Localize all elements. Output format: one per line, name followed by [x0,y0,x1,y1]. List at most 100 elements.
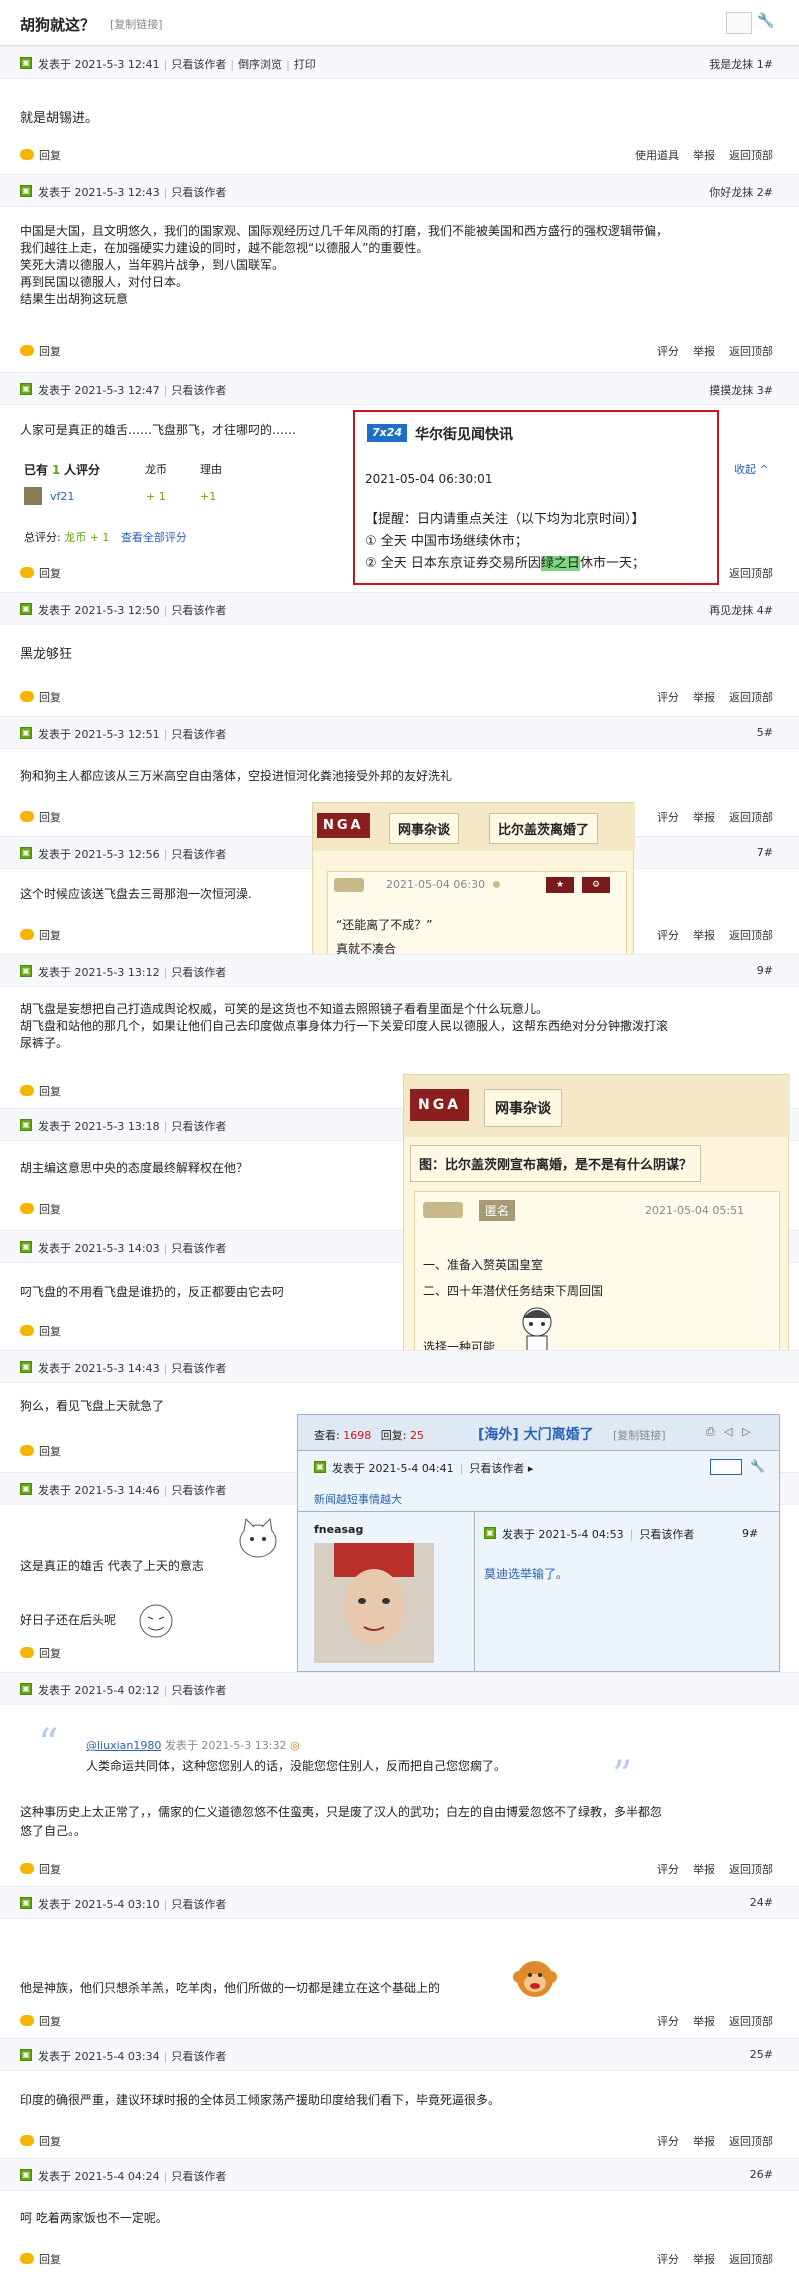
reply-button[interactable]: 回复 [20,565,61,581]
gear-icon[interactable]: ⚙ [582,877,610,893]
reply-button[interactable]: 回复 [20,1083,61,1099]
nga-tab[interactable]: 网事杂谈 [389,813,460,844]
post-time: 发表于 2021-5-4 04:41 [332,1462,454,1475]
rate-link[interactable]: 评分 [657,929,679,942]
back-to-top-link[interactable]: 返回顶部 [729,149,773,162]
back-to-top-link[interactable]: 返回顶部 [729,2253,773,2266]
back-to-top-link[interactable]: 返回顶部 [729,345,773,358]
divider [298,1511,779,1512]
goto-icon[interactable]: ◎ [290,1739,300,1752]
rate-link[interactable]: 评分 [657,691,679,704]
only-author-link[interactable]: 只看该作者 [171,1242,226,1255]
report-link[interactable]: 举报 [693,345,715,358]
report-link[interactable]: 举报 [693,811,715,824]
use-item-link[interactable]: 使用道具 [635,149,679,162]
back-to-top-link[interactable]: 返回顶部 [729,691,773,704]
toggle-box[interactable] [726,12,752,34]
rate-link[interactable]: 评分 [657,811,679,824]
reply-button[interactable]: 回复 [20,1443,61,1459]
only-author-link[interactable]: 只看该作者 [171,1898,226,1911]
wrench-icon[interactable]: 🔧 [750,1459,765,1473]
thumbs-icon[interactable] [423,1202,463,1218]
only-author-link[interactable]: 只看该作者 [171,848,226,861]
only-author-link[interactable]: 只看该作者 [171,2050,226,2063]
view-all-ratings-link[interactable]: 查看全部评分 [121,531,187,544]
reply-button[interactable]: 回复 [20,809,61,825]
collapse-link[interactable]: 收起 ^ [734,461,769,477]
rate-link[interactable]: 评分 [657,2253,679,2266]
reply-button[interactable]: 回复 [20,2251,61,2267]
back-to-top-link[interactable]: 返回顶部 [729,2135,773,2148]
back-to-top-link[interactable]: 返回顶部 [729,1863,773,1876]
avatar[interactable] [24,487,42,505]
reply-button[interactable]: 回复 [20,147,61,163]
only-author-link[interactable]: 只看该作者 [171,384,226,397]
thumbs-icon[interactable] [334,878,364,892]
print-icon[interactable]: ⎙ [706,1425,715,1439]
anonymous-tag: 匿名 [479,1200,516,1221]
report-link[interactable]: 举报 [693,2135,715,2148]
only-author-link[interactable]: 只看该作者 [469,1462,524,1475]
rating-reason: +1 [200,490,217,503]
reply-button[interactable]: 回复 [20,343,61,359]
only-author-link[interactable]: 只看该作者 [639,1528,694,1541]
report-link[interactable]: 举报 [693,691,715,704]
only-author-link[interactable]: 只看该作者 [171,1362,226,1375]
print-link[interactable]: 打印 [294,58,316,71]
nga-line: “还能离了不成？” [336,918,433,932]
reply-button[interactable]: 回复 [20,927,61,943]
back-to-top-link[interactable]: 返回顶部 [729,567,773,580]
post-footer: 回复 评分 举报 返回顶部 [0,2009,799,2033]
back-to-top-link[interactable]: 返回顶部 [729,929,773,942]
report-link[interactable]: 举报 [693,2253,715,2266]
only-author-link[interactable]: 只看该作者 [171,728,226,741]
news-highlight: 绿之日 [540,556,580,571]
nga-tab[interactable]: 网事杂谈 [484,1089,562,1127]
reply-button[interactable]: 回复 [20,2133,61,2149]
report-link[interactable]: 举报 [693,149,715,162]
copy-link-button[interactable]: [复制链接] [613,1427,666,1443]
only-author-link[interactable]: 只看该作者 [171,186,226,199]
star-icon[interactable]: ★ [546,877,574,893]
rate-link[interactable]: 评分 [657,1863,679,1876]
username[interactable]: fneasag [314,1523,363,1536]
only-author-link[interactable]: 只看该作者 [171,604,226,617]
quote-meta: @liuxian1980 发表于 2021-5-3 13:32 ◎ [86,1737,300,1753]
post-line: 呵 吃着两家饭也不一定呢。 [20,2211,168,2225]
back-to-top-link[interactable]: 返回顶部 [729,2015,773,2028]
only-author-link[interactable]: 只看该作者 [171,966,226,979]
rate-link[interactable]: 评分 [657,345,679,358]
rate-link[interactable]: 评分 [657,2135,679,2148]
report-link[interactable]: 举报 [693,1863,715,1876]
next-arrow-icon[interactable]: ▷ [742,1425,750,1438]
toggle-box[interactable] [710,1459,742,1475]
reply-button[interactable]: 回复 [20,689,61,705]
only-author-link[interactable]: 只看该作者 [171,1120,226,1133]
overseas-body: 莫迪选举输了。 [484,1567,569,1581]
reply-button[interactable]: 回复 [20,1645,61,1661]
post-line: 笑死大清以德服人，当年鸦片战争，到八国联军。 [20,258,285,272]
report-link[interactable]: 举报 [693,2015,715,2028]
user-avatar[interactable] [314,1543,434,1663]
only-author-link[interactable]: 只看该作者 [171,1684,226,1697]
reply-button[interactable]: 回复 [20,2013,61,2029]
reverse-order-link[interactable]: 倒序浏览 [238,58,282,71]
quote-user-link[interactable]: @liuxian1980 [86,1739,161,1752]
post-meta-bar: ▣ 发表于 2021-5-3 12:43 | 只看该作者 你好龙抹 2# [0,175,799,207]
only-author-link[interactable]: 只看该作者 [171,2170,226,2183]
back-to-top-link[interactable]: 返回顶部 [729,811,773,824]
post-line: 中国是大国，且文明悠久，我们的国家观、国际观经历过几千年风雨的打磨，我们不能被美… [20,224,669,238]
reply-button[interactable]: 回复 [20,1201,61,1217]
report-link[interactable]: 举报 [693,929,715,942]
reply-button[interactable]: 回复 [20,1861,61,1877]
rating-user[interactable]: vf21 [50,490,74,503]
only-author-link[interactable]: 只看该作者 [171,58,226,71]
prev-arrow-icon[interactable]: ◁ [724,1425,732,1438]
post-icon: ▣ [20,383,32,395]
copy-link-button[interactable]: [复制链接] [110,16,163,32]
reply-button[interactable]: 回复 [20,1323,61,1339]
only-author-link[interactable]: 只看该作者 [171,1484,226,1497]
rate-link[interactable]: 评分 [657,2015,679,2028]
wrench-icon[interactable]: 🔧 [757,13,774,29]
post-meta-bar: ▣ 发表于 2021-5-3 12:51 | 只看该作者 5# [0,717,799,749]
